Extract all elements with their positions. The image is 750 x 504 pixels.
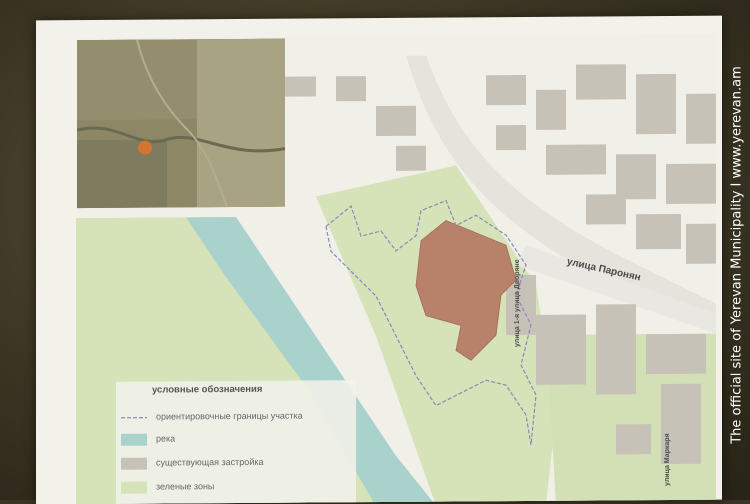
legend-swatch-boundary	[121, 412, 147, 424]
legend-swatch-green	[121, 482, 147, 494]
location-marker	[138, 141, 152, 155]
legend-label-boundary: ориентировочные границы участка	[156, 411, 303, 422]
legend-item-green: зеленые зоны	[116, 478, 356, 496]
legend-label-green: зеленые зоны	[156, 481, 214, 491]
legend-title: условные обозначения	[152, 384, 262, 396]
legend-swatch-buildings	[121, 458, 147, 470]
legend-item-boundary: ориентировочные границы участка	[116, 408, 356, 426]
legend-item-buildings: существующая застройка	[116, 454, 356, 472]
street-label-markazyan: улица Маркаря	[664, 433, 671, 486]
legend-label-river: река	[156, 433, 175, 443]
projection-screen: условные обозначения ориентировочные гра…	[36, 16, 722, 504]
map-legend: условные обозначения ориентировочные гра…	[116, 380, 356, 504]
legend-swatch-river	[121, 434, 147, 446]
watermark-text: The official site of Yerevan Municipalit…	[730, 66, 745, 444]
watermark: The official site of Yerevan Municipalit…	[728, 40, 746, 470]
street-label-dvoryan: улица 1-я улица Дворяне	[514, 259, 521, 347]
legend-item-river: река	[116, 430, 356, 448]
legend-label-buildings: существующая застройка	[156, 457, 263, 468]
satellite-locator-map	[77, 39, 285, 208]
